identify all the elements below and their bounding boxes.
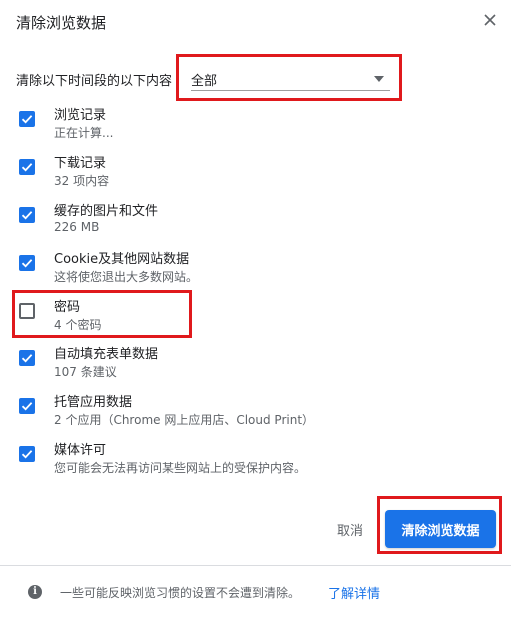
checkbox-checked[interactable] [19, 398, 35, 414]
checkmark-icon [21, 163, 33, 172]
checkmark-icon [21, 450, 33, 459]
checkbox-checked[interactable] [19, 159, 35, 175]
checkmark-icon [21, 402, 33, 411]
item-subtitle: 这将使您退出大多数网站。 [54, 270, 199, 284]
list-item[interactable]: 密码 4 个密码 [16, 296, 456, 342]
item-title: 自动填充表单数据 [54, 347, 159, 362]
item-subtitle: 226 MB [54, 220, 100, 234]
close-icon [484, 14, 496, 26]
item-subtitle: 正在计算... [54, 126, 114, 140]
learn-more-link[interactable]: 了解详情 [328, 583, 380, 602]
close-button[interactable] [480, 10, 500, 30]
item-title: 下载记录 [54, 156, 107, 171]
item-title: 媒体许可 [54, 443, 107, 458]
checkbox-checked[interactable] [19, 111, 35, 127]
list-item[interactable]: 自动填充表单数据 107 条建议 [16, 343, 456, 389]
checkbox-checked[interactable] [19, 350, 35, 366]
list-item[interactable]: 媒体许可您可能会无法再访问某些网站上的受保护内容。 [16, 439, 456, 485]
checkbox-unchecked[interactable] [19, 303, 35, 319]
checkbox-checked[interactable] [19, 255, 35, 271]
time-range-select[interactable]: 全部 [191, 67, 390, 91]
footer-text: 一些可能反映浏览习惯的设置不会遭到清除。 [60, 586, 301, 600]
item-title: 托管应用数据 [54, 395, 133, 410]
checkmark-icon [21, 259, 33, 268]
dialog-title: 清除浏览数据 [16, 14, 107, 32]
info-icon: i [28, 585, 42, 599]
list-item[interactable]: 托管应用数据 2 个应用（Chrome 网上应用店、Cloud Print） [16, 391, 456, 437]
checkmark-icon [21, 211, 33, 220]
time-range-value: 全部 [191, 74, 218, 89]
item-subtitle: 2 个应用（Chrome 网上应用店、Cloud Print） [54, 413, 315, 427]
item-title: Cookie及其他网站数据 [54, 252, 190, 267]
time-range-label: 清除以下时间段的以下内容 [16, 74, 173, 89]
clear-data-button[interactable]: 清除浏览数据 [385, 510, 496, 548]
item-title: 浏览记录 [54, 108, 107, 123]
footer: i 一些可能反映浏览习惯的设置不会遭到清除。 了解详情 [0, 565, 511, 618]
list-item[interactable]: 下载记录 32 项内容 [16, 152, 456, 198]
list-item[interactable]: Cookie及其他网站数据 这将使您退出大多数网站。 [16, 248, 456, 294]
list-item[interactable]: 缓存的图片和文件 226 MB [16, 200, 456, 246]
item-title: 缓存的图片和文件 [54, 204, 159, 219]
dropdown-arrow-icon [374, 76, 384, 82]
clear-browsing-data-dialog: 清除浏览数据 清除以下时间段的以下内容 全部 浏览记录正在计算... 下载记录 32… [0, 0, 511, 618]
item-subtitle: 您可能会无法再访问某些网站上的受保护内容。 [54, 461, 307, 475]
checkbox-checked[interactable] [19, 207, 35, 223]
checkbox-checked[interactable] [19, 446, 35, 462]
checkmark-icon [21, 115, 33, 124]
item-title: 密码 [54, 300, 81, 315]
item-subtitle: 4 个密码 [54, 318, 102, 332]
checkmark-icon [21, 354, 33, 363]
item-subtitle: 32 项内容 [54, 174, 110, 188]
cancel-button[interactable]: 取消 [330, 518, 370, 540]
item-subtitle: 107 条建议 [54, 365, 117, 379]
list-item[interactable]: 浏览记录正在计算... [16, 104, 456, 150]
